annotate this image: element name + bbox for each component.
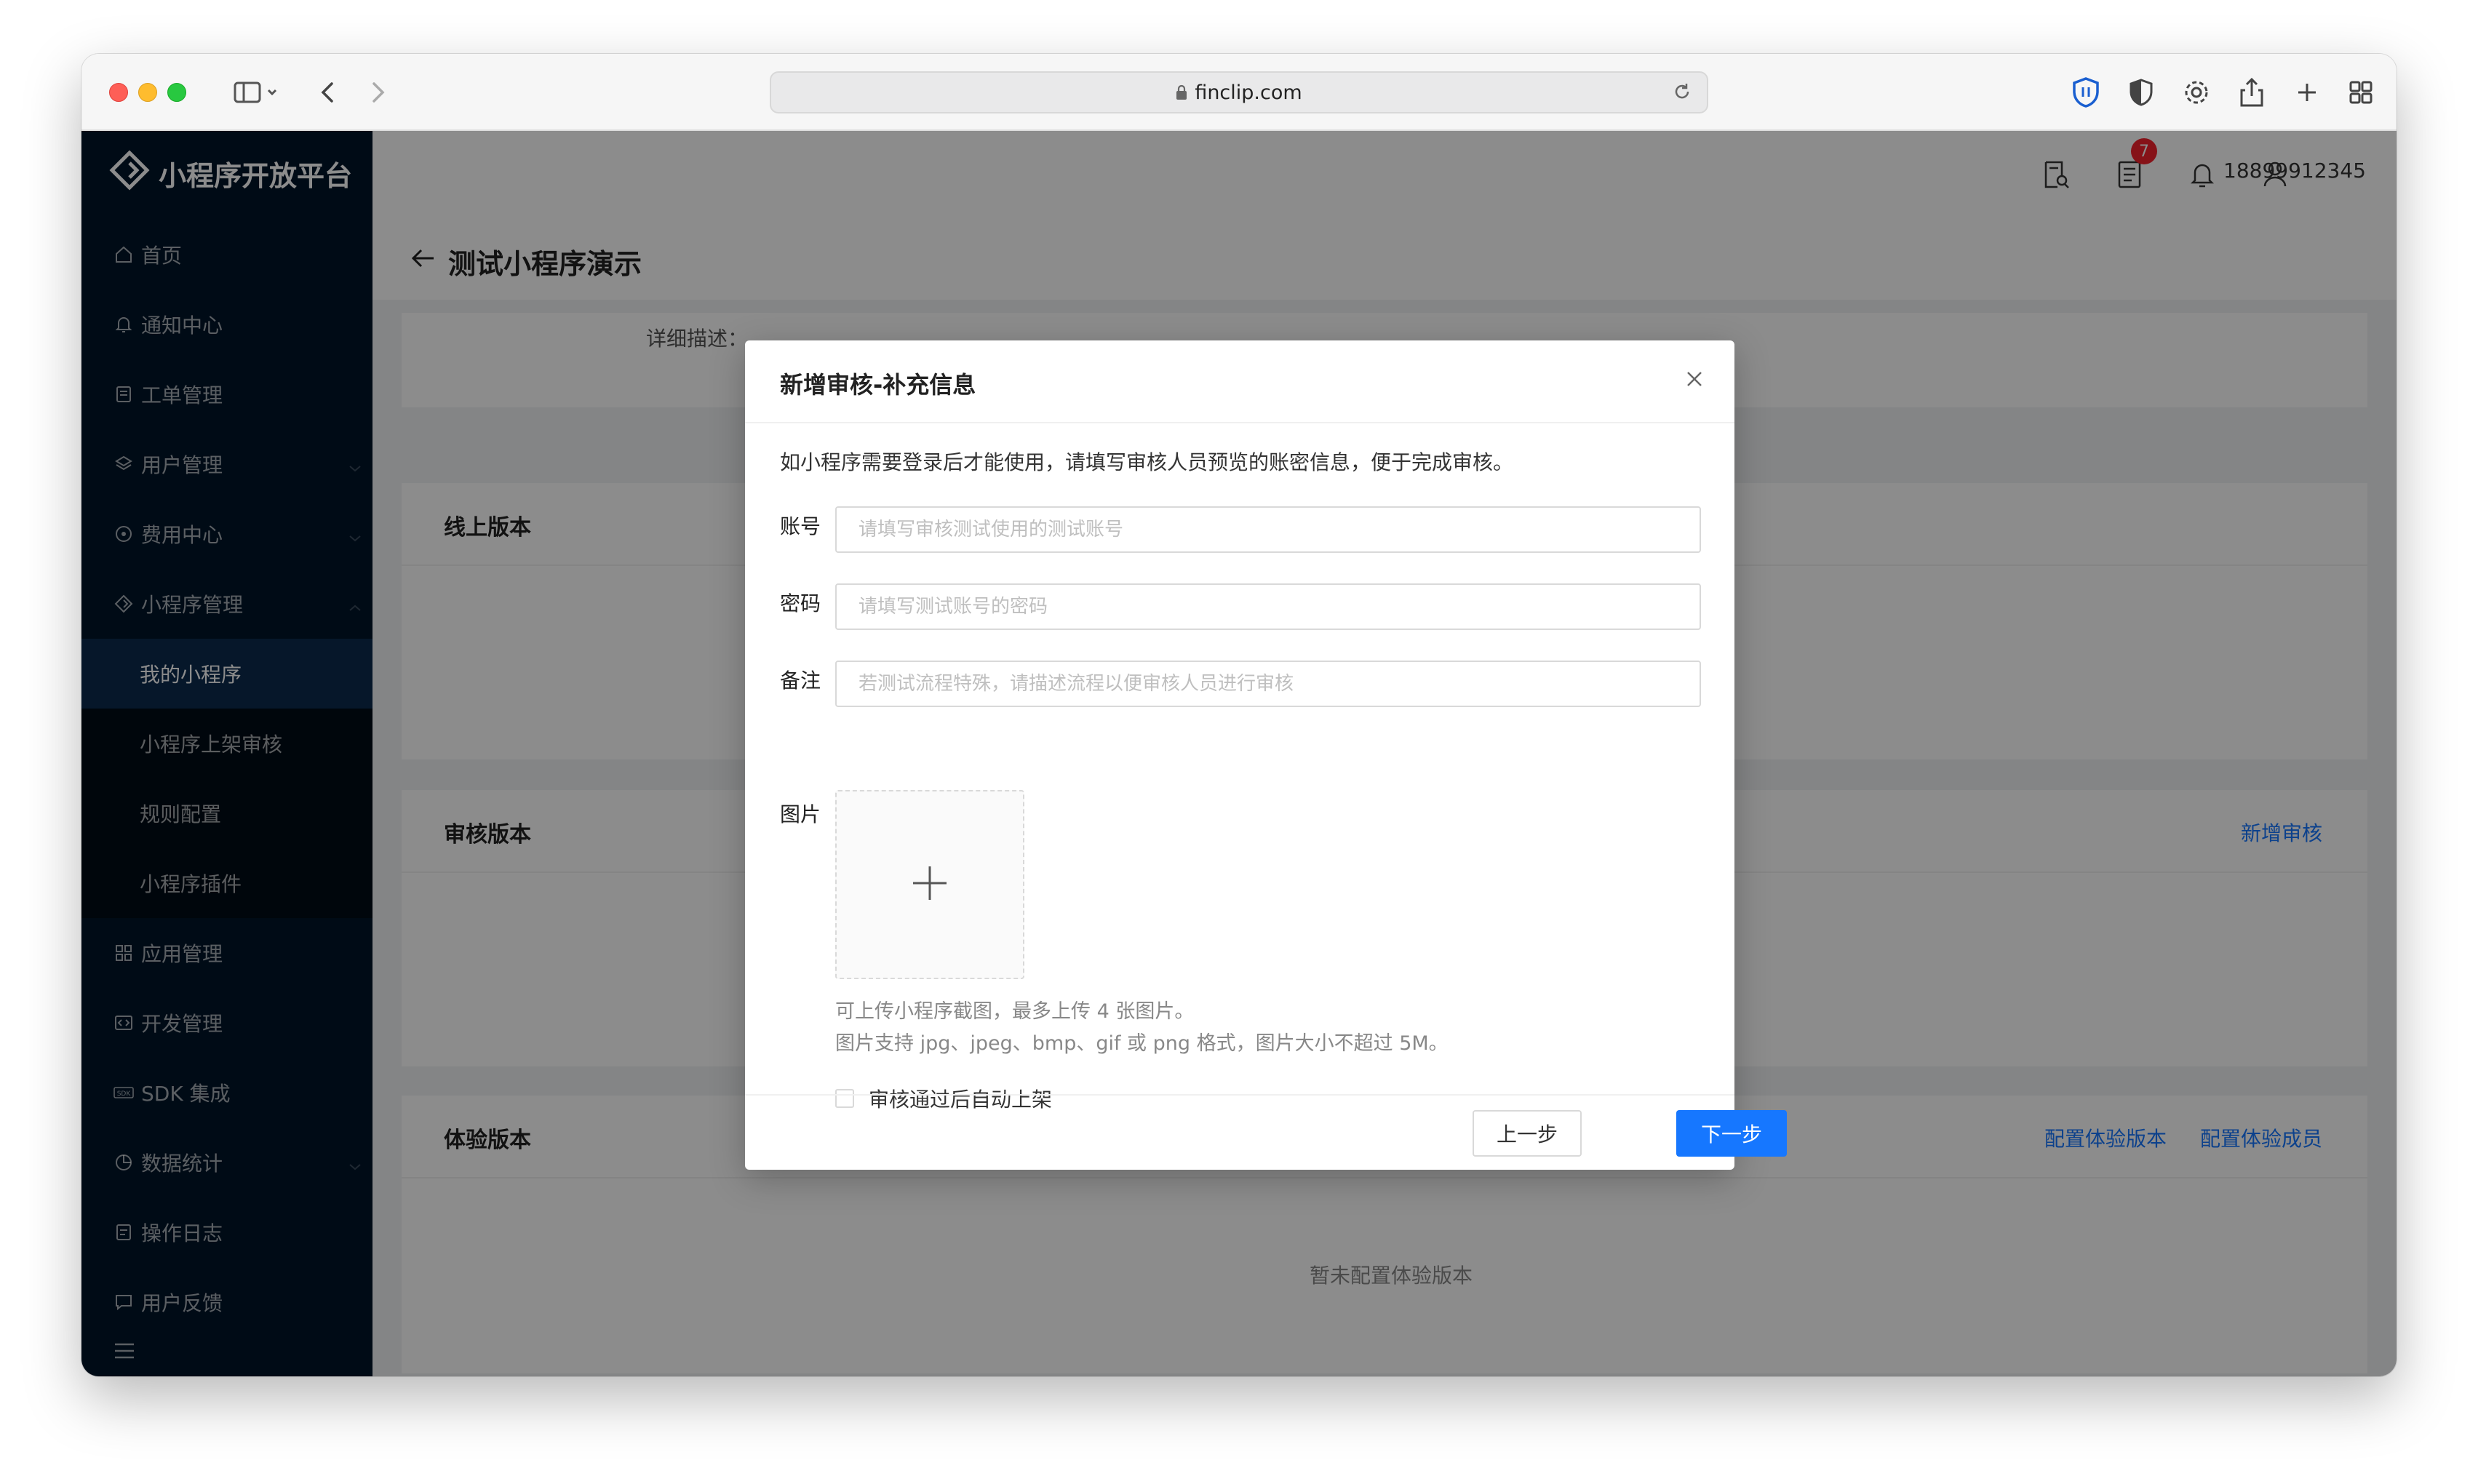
share-icon[interactable] <box>2234 74 2270 111</box>
reload-icon[interactable] <box>1672 81 1692 102</box>
account-input[interactable] <box>835 506 1701 553</box>
plus-icon <box>910 863 949 906</box>
upload-hint-count: 可上传小程序截图，最多上传 4 张图片。 <box>835 1000 1195 1023</box>
forward-nav-icon[interactable] <box>364 74 393 111</box>
close-icon[interactable] <box>1685 370 1704 391</box>
gear-icon[interactable] <box>2178 74 2215 111</box>
password-input[interactable] <box>835 583 1701 630</box>
remark-label: 备注 <box>780 669 821 693</box>
dialog-header: 新增审核-补充信息 <box>745 340 1734 423</box>
shield-extension-icon[interactable] <box>2068 74 2104 111</box>
password-label: 密码 <box>780 591 821 615</box>
back-nav-icon[interactable] <box>313 74 342 111</box>
add-review-dialog: 新增审核-补充信息 如小程序需要登录后才能使用，请填写审核人员预览的账密信息，便… <box>745 340 1787 1170</box>
tab-overview-icon[interactable] <box>2343 74 2379 111</box>
next-step-button[interactable]: 下一步 <box>1676 1110 1787 1157</box>
url-text: finclip.com <box>1195 81 1302 104</box>
close-window-button[interactable] <box>109 83 128 102</box>
privacy-shield-icon[interactable] <box>2123 74 2159 111</box>
browser-toolbar: finclip.com <box>81 54 2397 131</box>
image-label: 图片 <box>780 802 821 826</box>
browser-window: finclip.com 小程序开放平台 首页 通知中心 工单管理 用户管理 费用… <box>81 54 2397 1376</box>
maximize-window-button[interactable] <box>167 83 186 102</box>
account-label: 账号 <box>780 514 821 538</box>
image-upload-button[interactable] <box>835 790 1024 979</box>
minimize-window-button[interactable] <box>138 83 157 102</box>
sidebar-toggle-icon[interactable] <box>224 74 290 111</box>
new-tab-icon[interactable] <box>2289 74 2325 111</box>
lock-icon <box>1176 84 1187 100</box>
address-bar[interactable]: finclip.com <box>770 71 1708 113</box>
dialog-footer: 上一步 下一步 <box>745 1094 1787 1170</box>
prev-step-button[interactable]: 上一步 <box>1473 1110 1582 1157</box>
upload-hint-format: 图片支持 jpg、jpeg、bmp、gif 或 png 格式，图片大小不超过 5… <box>835 1032 1449 1055</box>
dialog-intro: 如小程序需要登录后才能使用，请填写审核人员预览的账密信息，便于完成审核。 <box>780 450 1514 474</box>
remark-input[interactable] <box>835 661 1701 707</box>
dialog-title: 新增审核-补充信息 <box>780 371 976 399</box>
